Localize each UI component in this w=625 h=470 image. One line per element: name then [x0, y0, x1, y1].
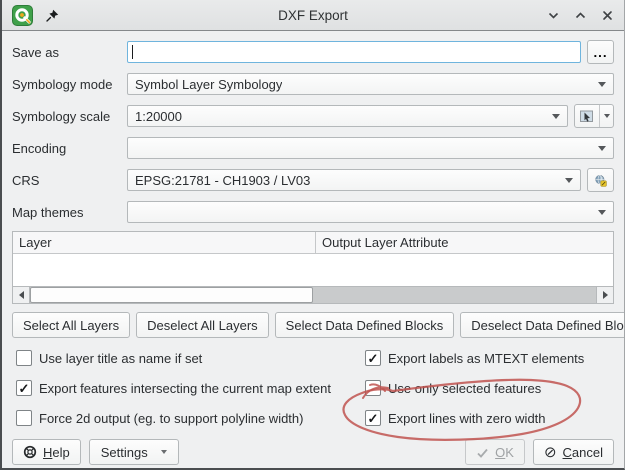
cancel-button[interactable]: ⊘ Cancel: [533, 439, 614, 465]
checkbox-box[interactable]: ✓: [365, 350, 381, 366]
checkbox-label: Export features intersecting the current…: [39, 381, 331, 396]
checkbox-export-labels-mtext[interactable]: ✓ Export labels as MTEXT elements: [365, 350, 584, 366]
help-icon: [23, 445, 37, 459]
cancel-icon: ⊘: [544, 445, 557, 460]
table-hscrollbar: [13, 286, 613, 303]
symbology-scale-value: 1:20000: [135, 109, 182, 124]
checkbox-box[interactable]: [16, 410, 32, 426]
checkbox-box[interactable]: [16, 350, 32, 366]
symbology-mode-label: Symbology mode: [12, 77, 127, 92]
dropdown-arrow-icon: [598, 146, 606, 151]
dropdown-arrow-icon: [552, 114, 560, 119]
checkbox-force-2d-output[interactable]: Force 2d output (eg. to support polyline…: [12, 410, 365, 426]
checkbox-use-only-selected[interactable]: Use only selected features: [365, 380, 541, 396]
checkbox-export-features-intersecting[interactable]: ✓ Export features intersecting the curre…: [12, 380, 365, 396]
maximize-button[interactable]: [573, 8, 587, 22]
help-button[interactable]: Help: [12, 439, 81, 465]
symbology-mode-value: Symbol Layer Symbology: [135, 77, 282, 92]
dropdown-arrow-icon: [598, 210, 606, 215]
save-as-label: Save as: [12, 45, 127, 60]
arrow-right-icon: [603, 291, 608, 299]
settings-button[interactable]: Settings: [89, 439, 179, 465]
save-as-input[interactable]: [127, 41, 581, 63]
globe-edit-icon: [594, 171, 607, 190]
checkbox-label: Force 2d output (eg. to support polyline…: [39, 411, 303, 426]
deselect-all-layers-button[interactable]: Deselect All Layers: [136, 312, 269, 338]
checkbox-box[interactable]: ✓: [16, 380, 32, 396]
symbology-mode-combobox[interactable]: Symbol Layer Symbology: [127, 73, 614, 95]
column-header-layer: Layer: [13, 232, 316, 253]
map-themes-combobox[interactable]: [127, 201, 614, 223]
chevron-down-icon: [547, 9, 560, 22]
checkbox-label: Export lines with zero width: [388, 411, 546, 426]
button-box: Help Settings OK ⊘ Cancel: [12, 439, 614, 467]
checkbox-label: Use layer title as name if set: [39, 351, 202, 366]
layer-table: Layer Output Layer Attribute: [12, 231, 614, 304]
map-themes-label: Map themes: [12, 205, 127, 220]
checkbox-box[interactable]: [365, 380, 381, 396]
encoding-combobox[interactable]: [127, 137, 614, 159]
crs-combobox[interactable]: EPSG:21781 - CH1903 / LV03: [127, 169, 581, 191]
symbology-scale-label: Symbology scale: [12, 109, 127, 124]
close-icon: [601, 9, 614, 22]
checkbox-use-layer-title[interactable]: Use layer title as name if set: [12, 350, 365, 366]
set-scale-from-extent-button[interactable]: [574, 104, 614, 128]
dialog-body: Save as ... Symbology mode Symbol Layer …: [2, 31, 624, 468]
encoding-label: Encoding: [12, 141, 127, 156]
arrow-left-icon: [19, 291, 24, 299]
shade-button[interactable]: [546, 8, 560, 22]
qgis-logo-icon: [12, 5, 33, 26]
options-area: Use layer title as name if set ✓ Export …: [12, 349, 614, 439]
pin-icon: [46, 9, 59, 22]
titlebar: DXF Export: [2, 0, 624, 31]
symbology-scale-combobox[interactable]: 1:20000: [127, 105, 568, 127]
checkbox-box[interactable]: ✓: [365, 410, 381, 426]
dropdown-arrow-icon: [598, 82, 606, 87]
select-data-defined-blocks-button[interactable]: Select Data Defined Blocks: [275, 312, 455, 338]
scroll-left-button[interactable]: [13, 287, 30, 303]
chevron-up-icon: [574, 9, 587, 22]
text-cursor: [132, 45, 133, 59]
dropdown-arrow-icon: [161, 450, 167, 454]
window-title: DXF Export: [2, 8, 624, 23]
ok-check-icon: [476, 446, 489, 459]
checkbox-export-lines-zero-width[interactable]: ✓ Export lines with zero width: [365, 410, 546, 426]
dxf-export-dialog: DXF Export: [0, 0, 625, 470]
close-button[interactable]: [600, 8, 614, 22]
deselect-data-defined-blocks-button[interactable]: Deselect Data Defined Blocks: [460, 312, 625, 338]
column-header-output-layer-attribute: Output Layer Attribute: [316, 232, 613, 253]
select-crs-button[interactable]: [587, 168, 614, 192]
checkbox-label: Use only selected features: [388, 381, 541, 396]
ok-button[interactable]: OK: [465, 439, 525, 465]
layer-table-header: Layer Output Layer Attribute: [13, 232, 613, 254]
scroll-track[interactable]: [313, 287, 596, 303]
scroll-right-button[interactable]: [596, 287, 613, 303]
map-extent-cursor-icon: [579, 108, 595, 124]
crs-label: CRS: [12, 173, 127, 188]
select-all-layers-button[interactable]: Select All Layers: [12, 312, 130, 338]
dropdown-arrow-icon: [604, 114, 610, 118]
dropdown-arrow-icon: [565, 178, 573, 183]
crs-value: EPSG:21781 - CH1903 / LV03: [135, 173, 310, 188]
checkbox-label: Export labels as MTEXT elements: [388, 351, 584, 366]
layer-table-body[interactable]: [13, 254, 613, 286]
scroll-handle[interactable]: [30, 287, 313, 303]
pin-button[interactable]: [45, 8, 59, 22]
browse-button[interactable]: ...: [587, 40, 614, 64]
layer-buttons-row: Select All Layers Deselect All Layers Se…: [12, 312, 614, 338]
